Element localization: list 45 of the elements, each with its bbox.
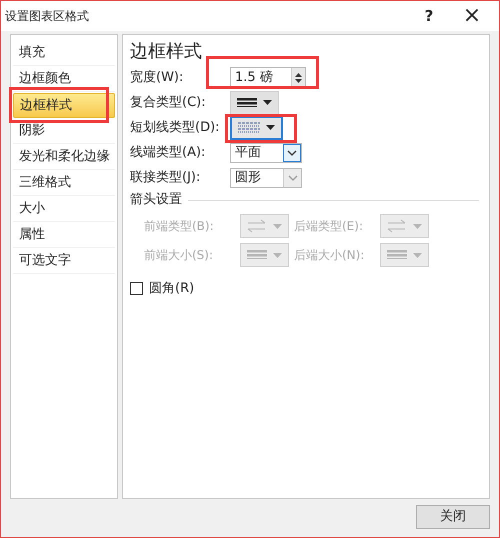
caret-icon	[273, 224, 282, 228]
field-label: 前端大小(S):	[144, 247, 214, 264]
field-label: 宽度(W):	[130, 68, 184, 87]
field-label: 前端类型(B):	[144, 218, 215, 235]
field-label: 线端类型(A):	[130, 144, 206, 162]
field-label: 后端大小(N):	[294, 247, 366, 264]
section-title: 箭头设置	[130, 191, 182, 210]
window-title: 设置图表区格式	[5, 8, 90, 25]
category-item[interactable]: 阴影	[13, 119, 115, 144]
caret-icon	[413, 252, 422, 258]
category-item[interactable]: 发光和柔化边缘	[13, 145, 115, 170]
category-item[interactable]: 填充	[13, 41, 115, 66]
field-label: 联接类型(J):	[130, 168, 202, 187]
field-label: 短划线类型(D):	[130, 118, 221, 137]
caret-icon	[273, 252, 282, 258]
field-label: 复合类型(C):	[130, 94, 207, 112]
arrow-icon	[247, 219, 267, 233]
caret-icon	[263, 100, 272, 105]
dialog-button[interactable]: 关闭	[416, 505, 490, 529]
chevron-icon	[288, 174, 298, 180]
category-item[interactable]: 边框样式	[13, 93, 115, 118]
caret-icon	[266, 125, 275, 130]
width-spin-field[interactable]: 1.5 磅	[230, 66, 306, 88]
checkbox[interactable]	[130, 282, 143, 296]
category-item[interactable]: 大小	[13, 197, 115, 222]
section-heading: 边框样式	[130, 40, 203, 64]
category-item[interactable]: 三维格式	[13, 171, 115, 196]
select-field[interactable]: 平面	[230, 142, 302, 162]
category-item[interactable]: 属性	[13, 223, 115, 248]
dash-line-icon	[238, 122, 260, 134]
category-item[interactable]: 边框颜色	[13, 67, 115, 92]
field-label: 后端类型(E):	[294, 218, 364, 235]
arrow-icon	[387, 219, 407, 233]
caret-icon	[413, 224, 422, 228]
highlight-box	[225, 114, 297, 143]
category-item[interactable]: 可选文字	[13, 249, 115, 274]
checkbox-label: 圆角(R)	[149, 280, 194, 298]
close-button[interactable]: ×	[449, 5, 495, 27]
line-style-icon	[387, 249, 407, 261]
select-field[interactable]: 圆形	[230, 168, 302, 188]
chevron-icon	[287, 150, 297, 156]
help-button[interactable]: ?	[409, 4, 449, 28]
spin-arrows-icon[interactable]	[295, 72, 302, 84]
line-style-icon	[237, 96, 257, 108]
line-style-icon	[247, 249, 267, 261]
